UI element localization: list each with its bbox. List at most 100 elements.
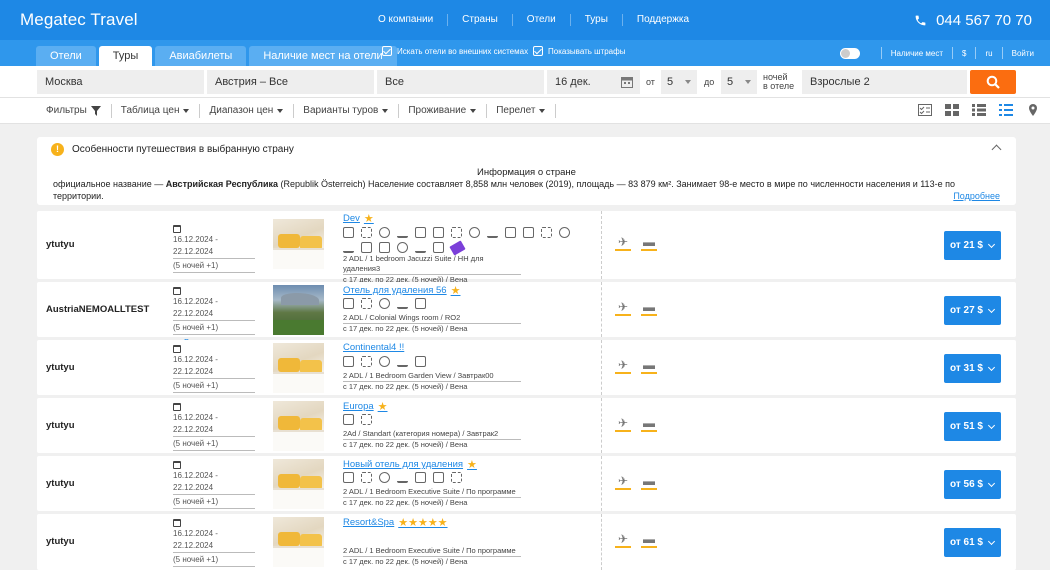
nav-hotels[interactable]: Отели (513, 14, 571, 26)
date-field[interactable]: 16 дек. (547, 70, 640, 94)
logo[interactable]: Megatec Travel (20, 10, 138, 30)
nights-from-select[interactable]: 5 (661, 70, 697, 94)
hotel-stars: ★ (363, 213, 374, 225)
nav-about[interactable]: О компании (378, 14, 449, 26)
hotel-name: Новый отель для удаления (343, 459, 464, 470)
airplane-icon[interactable]: ✈ (615, 475, 631, 490)
more-link[interactable]: Подробнее (953, 191, 1000, 201)
availability-toggle[interactable] (839, 47, 860, 59)
external-search-checkbox[interactable]: Искать отели во внешних системах (382, 46, 528, 56)
amenities-list (343, 227, 588, 257)
hotel-name-link[interactable]: Continental4 !! (343, 342, 408, 353)
calendar-icon (173, 225, 181, 233)
price-button[interactable]: от 27 $ (944, 295, 1001, 325)
phone-icon (915, 15, 926, 25)
penalties-checkbox[interactable]: Показывать штрафы (533, 46, 625, 56)
price-value: от 31 $ (950, 362, 983, 374)
amenities-list (343, 298, 593, 313)
nav-tours[interactable]: Туры (571, 14, 623, 26)
hotel-name-link[interactable]: Dev ★ (343, 212, 374, 225)
tour-variants-dropdown[interactable]: Варианты туров (303, 103, 400, 118)
login-link[interactable]: Войти (1012, 49, 1034, 58)
list-view-icon[interactable] (972, 104, 986, 116)
room-info: 2 ADL / 1 bedroom Jacuzzi Suite / НН для… (343, 254, 521, 285)
bed-icon[interactable]: ▬ (641, 417, 657, 432)
tour-row: AustriaNEMOALLTEST 16.12.2024 - 22.12.202… (37, 282, 1016, 348)
flight-dropdown[interactable]: Перелет (496, 103, 557, 118)
availability-label[interactable]: Наличие мест (891, 49, 943, 58)
nights-in-hotel-label: ночей в отеле (763, 70, 794, 94)
nav-support[interactable]: Поддержка (623, 14, 703, 26)
bed-icon[interactable]: ▬ (641, 475, 657, 490)
filters-button[interactable]: Фильтры (46, 103, 112, 118)
nights-count: (5 ночей +1) (173, 496, 255, 509)
departure-city-field[interactable]: Москва (37, 70, 204, 94)
airplane-icon[interactable]: ✈ (615, 533, 631, 548)
amenity-icon (397, 356, 408, 367)
transport-icons: ✈ ▬ (615, 533, 657, 548)
airplane-icon[interactable]: ✈ (615, 417, 631, 432)
nights-from-value: 5 (667, 76, 674, 88)
tour-dates: 16.12.2024 - 22.12.2024 (5 ночей +1) (173, 345, 255, 394)
amenities-list (343, 414, 593, 429)
price-button[interactable]: от 56 $ (944, 469, 1001, 499)
tourists-field[interactable]: Взрослые 2 (802, 70, 967, 94)
checklist-view-icon[interactable] (918, 104, 932, 116)
filters-bar: Фильтры Таблица цен Диапазон цен Вариант… (0, 98, 1050, 124)
hotel-photo[interactable] (273, 285, 324, 335)
warning-icon: ! (51, 142, 64, 156)
price-button[interactable]: от 51 $ (944, 411, 1001, 441)
hotel-name-link[interactable]: Новый отель для удаления ★ (343, 458, 477, 471)
hotel-photo[interactable] (273, 459, 324, 509)
price-button[interactable]: от 61 $ (944, 528, 1001, 557)
amenity-icon (397, 472, 408, 483)
search-button[interactable] (970, 70, 1016, 94)
tab-availability[interactable]: Наличие мест на отели (249, 46, 397, 66)
bed-icon[interactable]: ▬ (641, 301, 657, 316)
amenity-icon (379, 242, 390, 253)
language-select[interactable]: ru (985, 49, 992, 58)
hotel-photo[interactable] (273, 219, 324, 269)
tab-tours[interactable]: Туры (98, 46, 153, 66)
amenity-icon (343, 242, 354, 253)
nav-countries[interactable]: Страны (448, 14, 513, 26)
hotel-photo[interactable] (273, 401, 324, 451)
bed-icon[interactable]: ▬ (641, 533, 657, 548)
airplane-icon[interactable]: ✈ (615, 301, 631, 316)
currency-select[interactable]: $ (962, 49, 966, 58)
amenity-icon (361, 227, 372, 238)
bed-icon[interactable]: ▬ (641, 359, 657, 374)
price-range-dropdown[interactable]: Диапазон цен (209, 103, 295, 118)
country-info-header[interactable]: ! Особенности путешествия в выбранную стр… (37, 137, 1016, 161)
tab-flights[interactable]: Авиабилеты (155, 46, 247, 66)
caret-down-icon (382, 108, 389, 113)
country-field[interactable]: Австрия – Все (207, 70, 374, 94)
price-button[interactable]: от 21 $ (944, 231, 1001, 260)
airplane-icon[interactable]: ✈ (615, 236, 631, 251)
hotel-photo[interactable] (273, 517, 324, 567)
grid-view-icon[interactable] (945, 104, 959, 116)
hotel-name: Dev (343, 213, 360, 224)
price-button[interactable]: от 31 $ (944, 353, 1001, 383)
tab-hotels[interactable]: Отели (36, 46, 96, 66)
detailed-list-view-icon[interactable] (999, 104, 1013, 116)
map-pin-icon[interactable] (1026, 104, 1040, 116)
transport-icons: ✈ ▬ (615, 236, 657, 251)
phone[interactable]: 044 567 70 70 (914, 0, 1032, 40)
date-range: 16.12.2024 - 22.12.2024 (173, 412, 255, 437)
calendar-icon (621, 77, 633, 88)
hotel-photo[interactable] (273, 343, 324, 393)
price-table-dropdown[interactable]: Таблица цен (121, 103, 201, 118)
hotel-name-link[interactable]: Отель для удаления 56 ★ (343, 284, 460, 297)
hotel-name-link[interactable]: Resort&Spa ★★★★★ (343, 516, 448, 529)
hotel-name-link[interactable]: Europa ★ (343, 400, 388, 413)
amenity-icon (433, 227, 444, 238)
amenity-icon (541, 227, 552, 238)
city-field[interactable]: Все (377, 70, 544, 94)
bed-icon[interactable]: ▬ (641, 236, 657, 251)
accommodation-dropdown[interactable]: Проживание (408, 103, 488, 118)
airplane-icon[interactable]: ✈ (615, 359, 631, 374)
nights-count: (5 ночей +1) (173, 438, 255, 451)
nights-to-select[interactable]: 5 (721, 70, 757, 94)
hotel-stars: ★ (450, 285, 461, 297)
